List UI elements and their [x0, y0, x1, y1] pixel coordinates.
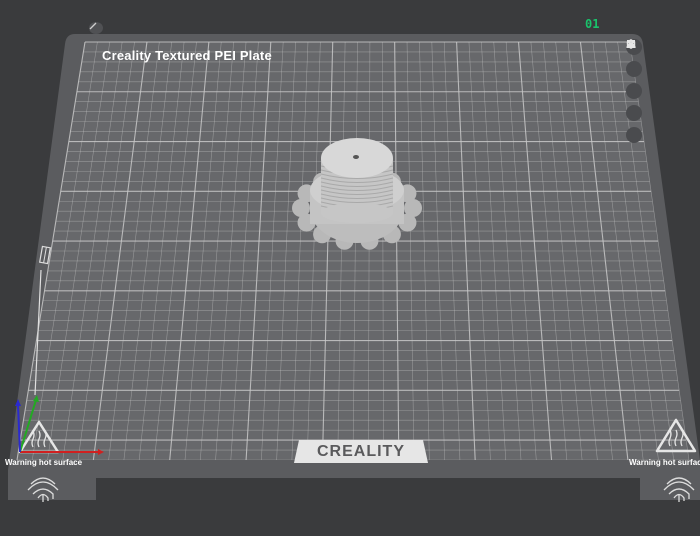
plate-settings-button[interactable] [626, 39, 642, 143]
lock-button[interactable] [626, 39, 642, 121]
orient-button[interactable] [626, 39, 642, 99]
warning-label-right: Warning hot surface [629, 458, 700, 467]
center-hole [353, 155, 359, 159]
warning-label-left: Warning hot surface [5, 458, 83, 467]
arrange-button[interactable] [626, 40, 642, 77]
3d-viewport[interactable]: Creality Textured PEI Plate 01 CREALITY … [0, 0, 700, 536]
gear-icon [626, 39, 636, 49]
plate-toolbar [626, 39, 648, 149]
viewport-hint-icon[interactable] [89, 22, 103, 34]
plate-title: Creality Textured PEI Plate [102, 48, 272, 63]
plate-index-label[interactable]: 01 [585, 17, 599, 31]
brand-label: CREALITY [317, 443, 405, 460]
thread-cylinder-bottom [321, 203, 393, 223]
